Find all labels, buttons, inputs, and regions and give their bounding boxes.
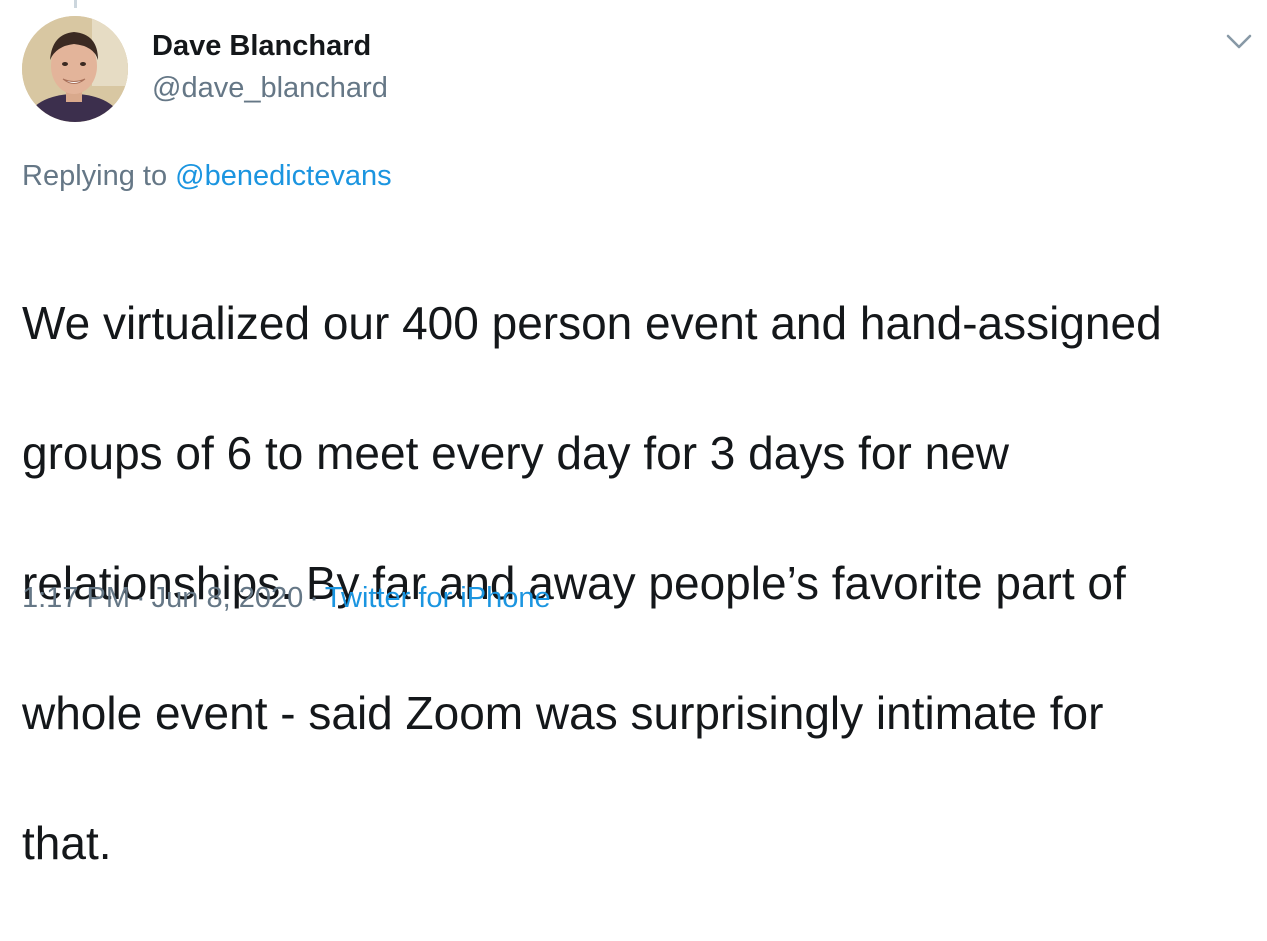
tweet-source-link[interactable]: Twitter for iPhone	[325, 582, 551, 614]
tweet-text-line: groups of 6 to meet every day for 3 days…	[22, 427, 1009, 479]
tweet-date[interactable]: Jun 8, 2020	[152, 582, 304, 614]
tweet-time[interactable]: 1:17 PM	[22, 582, 130, 614]
tweet-text-line: whole event - said Zoom was surprisingly…	[22, 687, 1104, 739]
author-block[interactable]: Dave Blanchard @dave_blanchard	[152, 28, 388, 106]
replying-to: Replying to @benedictevans	[22, 156, 392, 196]
thread-connector-line	[74, 0, 77, 8]
avatar-photo-icon	[22, 16, 128, 122]
author-name[interactable]: Dave Blanchard	[152, 28, 388, 64]
meta-separator: ·	[136, 582, 146, 614]
reply-mention-link[interactable]: @benedictevans	[175, 160, 391, 192]
meta-separator: ·	[309, 582, 319, 614]
tweet-text-line: that.	[22, 817, 112, 869]
tweet-text-line: We virtualized our 400 person event and …	[22, 297, 1162, 349]
tweet-meta: 1:17 PM · Jun 8, 2020 · Twitter for iPhone	[22, 578, 551, 618]
author-handle[interactable]: @dave_blanchard	[152, 70, 388, 106]
author-avatar[interactable]	[22, 16, 128, 122]
chevron-down-icon[interactable]	[1224, 28, 1254, 54]
replying-to-label: Replying to	[22, 160, 168, 192]
tweet-card: Dave Blanchard @dave_blanchard Replying …	[0, 0, 1267, 869]
